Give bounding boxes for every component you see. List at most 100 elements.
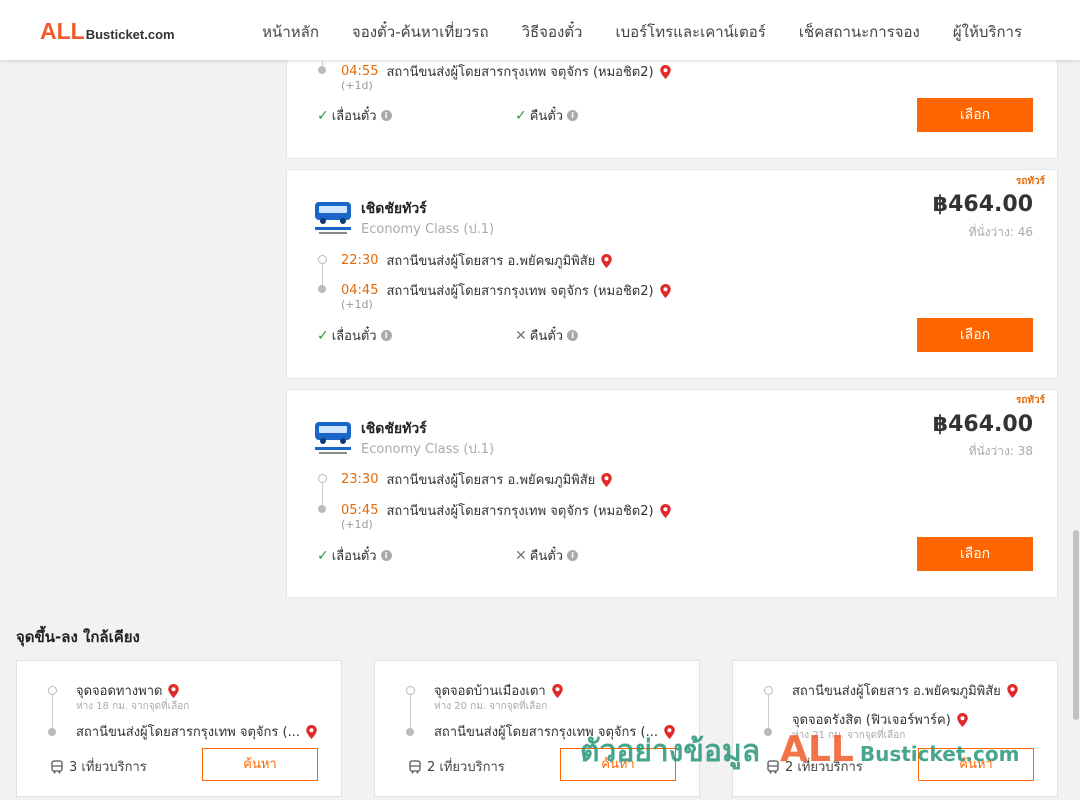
trip-count: 2 เที่ยวบริการ [408,756,505,777]
timeline-end-dot [318,505,326,513]
depart-row: 23:30 สถานีขนส่งผู้โดยสาร อ.พยัคฆภูมิพิส… [341,469,613,490]
nav-home[interactable]: หน้าหลัก [262,20,319,44]
nav-how-to-book[interactable]: วิธีจองตั๋ว [522,20,583,44]
map-pin-icon[interactable] [601,253,613,268]
bus-icon [409,759,421,773]
plus-day: (+1d) [341,298,373,311]
info-icon[interactable]: i [567,110,579,121]
nearby-to: สถานีขนส่งผู้โดยสารกรุงเทพ จตุจักร (... [76,721,317,742]
arrive-time: 04:45 [341,283,379,298]
refund-option: ✕ คืนตั๋ว i [515,325,579,346]
refund-label: คืนตั๋ว [529,549,564,564]
site-header: ALLBusticket.com หน้าหลัก จองตั๋ว-ค้นหาเ… [0,0,1080,60]
timeline-line [322,483,323,505]
nearby-card: จุดจอดทางพาด ห่าง 18 กม. จากจุดที่เลือก … [16,660,342,797]
map-pin-icon[interactable] [601,472,613,487]
info-icon[interactable]: i [567,330,579,341]
info-icon[interactable]: i [380,110,392,121]
check-icon: ✓ [317,327,329,344]
depart-station: สถานีขนส่งผู้โดยสาร อ.พยัคฆภูมิพิสัย [386,473,596,488]
nearby-from-label: จุดจอดบ้านเมืองเตา [434,684,546,699]
timeline-start-dot [764,686,773,695]
timeline-line [768,695,769,729]
operator-name: เชิดชัยทัวร์ [361,421,427,437]
watermark-all: ALL [780,729,854,770]
timeline-dot [318,66,326,74]
site-logo[interactable]: ALLBusticket.com [40,18,175,45]
nearby-to-label: สถานีขนส่งผู้โดยสารกรุงเทพ จตุจักร (... [76,725,300,740]
nav-phone-counters[interactable]: เบอร์โทรและเคาน์เตอร์ [615,20,765,44]
trip-card: รถทัวร์ เชิดชัยทัวร์ Economy Class (ป.1)… [286,169,1058,379]
search-button[interactable]: ค้นหา [202,748,318,781]
bus-operator-logo-icon [315,202,351,234]
timeline-end-dot [406,728,414,736]
trip-count-label: 3 เที่ยวบริการ [69,760,147,775]
depart-row: 22:30 สถานีขนส่งผู้โดยสาร อ.พยัคฆภูมิพิส… [341,250,613,271]
map-pin-icon[interactable] [1007,683,1018,698]
timeline-line [52,695,53,729]
arrive-station: สถานีขนส่งผู้โดยสารกรุงเทพ จตุจักร (หมอช… [386,504,654,519]
map-pin-icon[interactable] [168,683,180,698]
nearby-from: จุดจอดทางพาด [76,680,180,701]
select-button[interactable]: เลือก [917,318,1033,352]
nearby-section-title: จุดขึ้น-ลง ใกล้เคียง [16,628,140,646]
map-pin-icon[interactable] [659,283,671,298]
depart-time: 23:30 [341,472,379,487]
select-button[interactable]: เลือก [917,537,1033,571]
refund-option: ✓ คืนตั๋ว i [515,105,579,126]
bus-class: Economy Class (ป.1) [361,442,495,457]
reschedule-option: ✓ เลื่อนตั๋ว i [317,105,392,126]
info-icon[interactable]: i [380,330,392,341]
sample-data-watermark: ตัวอย่างข้อมูล ALL Busticket.com [580,728,1019,775]
map-pin-icon[interactable] [306,724,317,739]
nearby-from-label: จุดจอดทางพาด [76,684,163,699]
refund-label: คืนตั๋ว [529,109,564,124]
timeline-end-dot [48,728,56,736]
map-pin-icon[interactable] [659,503,671,518]
check-icon: ✓ [515,107,527,124]
plus-day: (+1d) [341,79,373,92]
logo-all-text: ALL [40,18,85,44]
nav-booking-status[interactable]: เช็คสถานะการจอง [799,20,920,44]
check-icon: ✓ [317,107,329,124]
reschedule-label: เลื่อนตั๋ว [331,329,377,344]
bus-type-tag: รถทัวร์ [1015,176,1045,187]
ticket-price: ฿464.00 [932,412,1033,437]
arrive-row: 04:45 สถานีขนส่งผู้โดยสารกรุงเทพ จตุจักร… [341,280,671,301]
nearby-to-label: จุดจอดรังสิต (ฟิวเจอร์พาร์ค) [792,713,951,728]
reschedule-label: เลื่อนตั๋ว [331,109,377,124]
nav-book-search[interactable]: จองตั๋ว-ค้นหาเที่ยวรถ [352,20,489,44]
info-icon[interactable]: i [567,550,579,561]
bus-type-tag: รถทัวร์ [1015,395,1045,406]
refund-label: คืนตั๋ว [529,329,564,344]
nearby-distance: ห่าง 20 กม. จากจุดที่เลือก [434,701,548,712]
select-button[interactable]: เลือก [917,98,1033,132]
nearby-from-label: สถานีขนส่งผู้โดยสาร อ.พยัคฆภูมิพิสัย [792,684,1001,699]
map-pin-icon[interactable] [659,64,671,79]
ticket-price: ฿464.00 [932,192,1033,217]
trip-count: 3 เที่ยวบริการ [50,756,147,777]
info-icon[interactable]: i [380,550,392,561]
reschedule-option: ✓ เลื่อนตั๋ว i [317,545,392,566]
depart-station: สถานีขนส่งผู้โดยสาร อ.พยัคฆภูมิพิสัย [386,254,596,269]
nearby-distance: ห่าง 18 กม. จากจุดที่เลือก [76,701,190,712]
timeline-start-dot [318,255,327,264]
map-pin-icon[interactable] [551,683,563,698]
timeline-line [410,695,411,729]
watermark-busticket: Busticket.com [859,742,1020,766]
operator-name: เชิดชัยทัวร์ [361,201,427,217]
timeline-end-dot [318,285,326,293]
bus-class: Economy Class (ป.1) [361,222,495,237]
timeline-start-dot [48,686,57,695]
cross-icon: ✕ [515,327,527,344]
check-icon: ✓ [317,547,329,564]
arrive-station: สถานีขนส่งผู้โดยสารกรุงเทพ จตุจักร (หมอช… [386,65,654,80]
map-pin-icon[interactable] [957,712,968,727]
nearby-from: สถานีขนส่งผู้โดยสาร อ.พยัคฆภูมิพิสัย [792,680,1018,701]
nav-operators[interactable]: ผู้ให้บริการ [953,20,1022,44]
scrollbar-thumb[interactable] [1073,530,1079,720]
seats-available: ที่นั่งว่าง: 46 [968,225,1033,239]
plus-day: (+1d) [341,518,373,531]
watermark-text: ตัวอย่างข้อมูล [580,734,761,769]
timeline-start-dot [318,474,327,483]
